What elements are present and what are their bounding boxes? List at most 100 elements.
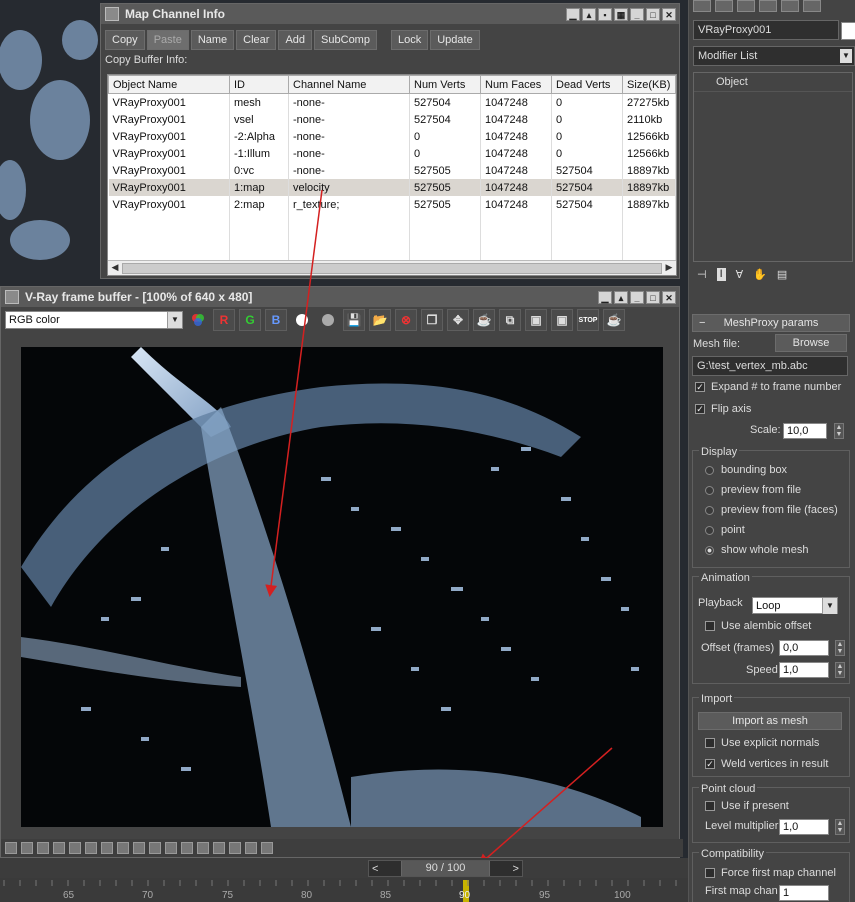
mesh-file-path[interactable]: G:\test_vertex_mb.abc [692,356,848,376]
next-frame-button[interactable]: > [513,863,522,875]
create-tab-icon[interactable] [693,0,711,12]
spinner-arrows-icon[interactable]: ▲ ▼ [834,423,844,439]
stack-tools: ⊣ I ∀ ✋ ▤ [697,268,787,281]
display-option-label: bounding box [721,464,788,476]
checkbox-checked-icon: ✓ [695,404,705,414]
configure-sets-icon[interactable]: ▤ [777,268,787,281]
ruler-label: 75 [222,890,234,901]
meshproxy-rollout-header[interactable]: − MeshProxy params [692,314,850,332]
use-if-present-label: Use if present [721,800,789,812]
spinner-arrows-icon[interactable]: ▲ ▼ [835,662,845,678]
display-option-label: preview from file (faces) [721,504,838,516]
radio-icon [705,525,714,535]
ruler-label: 95 [539,890,551,901]
playback-value: Loop [756,599,781,612]
scale-spinner[interactable]: 10,0 [783,423,827,439]
expand-label: Expand # to frame number [711,381,842,393]
compatibility-group: Compatibility Force first map channel Fi… [692,848,850,902]
display-option[interactable]: preview from file (faces) [705,504,838,516]
utilities-tab-icon[interactable] [803,0,821,12]
display-title: Display [699,446,740,458]
show-end-result-icon[interactable]: I [716,268,726,281]
animation-title: Animation [699,572,752,584]
display-option[interactable]: preview from file [705,484,801,496]
ruler-label: 90 [459,890,471,901]
first-map-chan-label: First map chan [705,885,778,897]
frame-counter[interactable]: 90 / 100 [400,861,491,876]
modifier-stack[interactable]: Object [693,72,853,262]
command-panel-tabs [689,0,855,14]
browse-button[interactable]: Browse [775,334,847,352]
display-option-label: preview from file [721,484,802,496]
ruler-label: 80 [301,890,313,901]
remove-modifier-icon[interactable]: ✋ [753,268,767,281]
weld-vertices-checkbox[interactable]: ✓ Weld vertices in result [705,758,828,770]
mesh-file-label: Mesh file: [693,338,741,350]
offset-spinner[interactable]: 0,0 [779,640,829,656]
import-as-mesh-button[interactable]: Import as mesh [698,712,842,730]
stack-item-object[interactable]: Object [694,73,852,92]
expand-frame-checkbox[interactable]: ✓ Expand # to frame number [695,381,841,393]
point-cloud-title: Point cloud [699,783,758,795]
chevron-down-icon: ▼ [822,598,837,614]
modify-tab-icon[interactable] [715,0,733,12]
ruler-label: 70 [142,890,154,901]
display-option-label: point [721,524,745,536]
use-alembic-offset-checkbox[interactable]: Use alembic offset [705,620,811,632]
checkbox-checked-icon: ✓ [705,759,715,769]
modifier-list-label: Modifier List [698,50,758,62]
modifier-list-dropdown[interactable]: Modifier List ▼ [693,46,855,66]
make-unique-icon[interactable]: ∀ [736,268,744,281]
use-alembic-offset-label: Use alembic offset [721,620,812,632]
point-cloud-group: Point cloud Use if present Level multipl… [692,783,850,843]
speed-spinner[interactable]: 1,0 [779,662,829,678]
display-option[interactable]: show whole mesh [705,544,808,556]
ruler-label: 85 [380,890,392,901]
spinner-arrows-icon[interactable]: ▲ ▼ [835,640,845,656]
display-option[interactable]: point [705,524,745,536]
flip-axis-label: Flip axis [711,403,752,415]
display-option[interactable]: bounding box [705,464,787,476]
explicit-normals-label: Use explicit normals [721,737,820,749]
speed-label: Speed [746,664,778,676]
radio-icon [705,505,714,515]
rollout-title: MeshProxy params [723,317,819,329]
playback-dropdown[interactable]: Loop ▼ [752,597,838,614]
prev-frame-button[interactable]: < [369,863,378,875]
spinner-arrows-icon[interactable]: ▲ ▼ [835,819,845,835]
level-multiplier-label: Level multiplier [705,820,779,832]
display-tab-icon[interactable] [781,0,799,12]
weld-vertices-label: Weld vertices in result [721,758,829,770]
chevron-down-icon: ▼ [840,49,852,63]
use-if-present-checkbox[interactable]: Use if present [705,800,789,812]
first-map-chan-spinner[interactable]: 1 [779,885,829,901]
timeline-ruler[interactable]: 65 70 75 80 85 90 95 100 [0,878,690,902]
flip-axis-checkbox[interactable]: ✓ Flip axis [695,403,751,415]
radio-icon [705,485,714,495]
motion-tab-icon[interactable] [759,0,777,12]
import-title: Import [699,693,735,705]
pin-stack-icon[interactable]: ⊣ [697,268,707,281]
playback-label: Playback [698,597,743,609]
checkbox-checked-icon: ✓ [695,382,705,392]
hierarchy-tab-icon[interactable] [737,0,755,12]
object-name-field[interactable]: VRayProxy001 [693,20,839,40]
explicit-normals-checkbox[interactable]: Use explicit normals [705,737,819,749]
force-first-map-checkbox[interactable]: Force first map channel [705,867,836,879]
object-color-swatch[interactable] [841,22,855,40]
ruler-label: 65 [63,890,75,901]
offset-label: Offset (frames) [701,642,775,654]
ruler-ticks [3,880,677,902]
time-slider[interactable]: < 90 / 100 > [368,860,523,877]
ruler-label: 100 [614,890,631,901]
scale-label: Scale: [750,424,781,436]
level-multiplier-spinner[interactable]: 1,0 [779,819,829,835]
animation-group: Animation Playback Loop ▼ Use alembic of… [692,572,850,684]
import-group: Import Import as mesh Use explicit norma… [692,693,850,777]
radio-icon [705,465,714,475]
arrow-velocity-to-render [265,189,323,597]
force-first-map-label: Force first map channel [721,867,836,879]
compatibility-title: Compatibility [699,848,766,860]
command-panel: VRayProxy001 Modifier List ▼ Object ⊣ I … [688,0,855,902]
display-option-label: show whole mesh [721,544,809,556]
